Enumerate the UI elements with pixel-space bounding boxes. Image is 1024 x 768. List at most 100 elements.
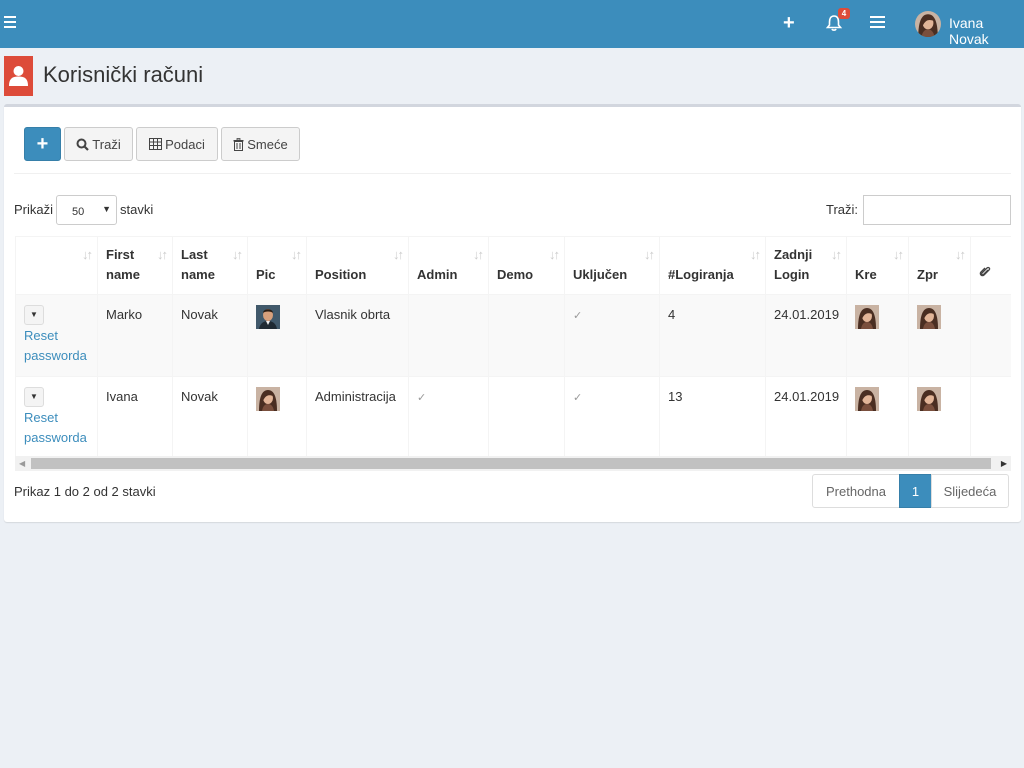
length-suffix: stavki — [120, 202, 154, 217]
table-header-row: ↓↑ First name ↓↑ Last name ↓↑ Pic ↓↑ Positi… — [15, 236, 1011, 295]
trash-icon — [233, 137, 244, 151]
dropdown-arrow-icon: ▼ — [102, 204, 111, 214]
scroll-left-icon[interactable]: ◀ — [19, 459, 25, 468]
last-login-cell: 24.01.2019 — [765, 294, 847, 377]
first-name-cell: Ivana — [97, 376, 173, 456]
row-actions-cell: ▼ Reset passworda — [15, 376, 98, 456]
sort-icon: ↓↑ — [232, 247, 243, 262]
pic-cell — [247, 376, 307, 456]
scrollbar-thumb[interactable] — [31, 458, 991, 469]
last-name-cell: Novak — [172, 376, 248, 456]
last-name-cell: Novak — [172, 294, 248, 377]
reset-password-link[interactable]: Reset passworda — [24, 410, 87, 445]
table-icon — [149, 138, 163, 150]
previous-page-button[interactable]: Prethodna — [812, 474, 900, 508]
data-button[interactable]: Podaci — [136, 127, 218, 161]
sort-icon: ↓↑ — [393, 247, 404, 262]
page-button-1[interactable]: 1 — [899, 474, 932, 508]
next-page-button[interactable]: Slijedeća — [931, 474, 1009, 508]
search-input[interactable] — [863, 195, 1011, 225]
modifier-avatar — [917, 387, 941, 411]
pagination: Prethodna 1 Slijedeća — [812, 474, 1009, 508]
filter-label: Traži: — [826, 202, 859, 217]
row-actions-cell: ▼ Reset passworda — [15, 294, 98, 377]
ukljucen-cell: ✓ — [564, 376, 660, 456]
sort-icon: ↓↑ — [644, 247, 655, 262]
column-header-last-login[interactable]: Zadnji Login ↓↑ — [765, 236, 847, 295]
column-header-ukljucen[interactable]: Uključen ↓↑ — [564, 236, 660, 295]
sort-icon: ↓↑ — [473, 247, 484, 262]
length-prefix: Prikaži — [14, 202, 54, 217]
column-header-admin[interactable]: Admin ↓↑ — [408, 236, 489, 295]
zpr-cell — [908, 294, 971, 377]
first-name-cell: Marko — [97, 294, 173, 377]
top-navbar: + 4 Ivana Novak — [0, 0, 1024, 48]
column-header-first-name[interactable]: First name ↓↑ — [97, 236, 173, 295]
table-row: ▼ Reset passworda Ivana Novak Administra… — [15, 376, 1011, 456]
scroll-right-icon[interactable]: ▶ — [1001, 459, 1007, 468]
sort-icon: ↓↑ — [157, 247, 168, 262]
page-title: Korisnički računi — [43, 62, 204, 87]
sort-icon: ↓↑ — [955, 247, 966, 262]
column-header-pic[interactable]: Pic ↓↑ — [247, 236, 307, 295]
demo-cell — [488, 294, 565, 377]
column-header-kre[interactable]: Kre ↓↑ — [846, 236, 909, 295]
kre-cell — [846, 376, 909, 456]
search-button-label: Traži — [92, 136, 121, 152]
column-header-position[interactable]: Position ↓↑ — [306, 236, 409, 295]
kre-cell — [846, 294, 909, 377]
logins-cell: 4 — [659, 294, 766, 377]
paperclip-icon — [979, 266, 991, 277]
reset-password-link[interactable]: Reset passworda — [24, 328, 87, 363]
zpr-cell — [908, 376, 971, 456]
check-icon: ✓ — [573, 310, 583, 322]
logins-cell: 13 — [659, 376, 766, 456]
position-cell: Administracija — [306, 376, 409, 456]
sort-icon: ↓↑ — [549, 247, 560, 262]
user-avatar[interactable] — [915, 11, 941, 37]
data-button-label: Podaci — [165, 136, 205, 152]
notifications-badge: 4 — [838, 8, 850, 19]
male-avatar — [256, 305, 280, 329]
creator-avatar — [855, 387, 879, 411]
sort-icon: ↓↑ — [831, 247, 842, 262]
table-row: ▼ Reset passworda Marko Novak Vlasnik ob… — [15, 294, 1011, 377]
user-icon — [4, 56, 33, 96]
demo-cell — [488, 376, 565, 456]
add-new-button[interactable]: + — [783, 13, 795, 33]
attachments-cell — [970, 294, 1011, 377]
attachments-cell — [970, 376, 1011, 456]
pic-cell — [247, 294, 307, 377]
column-header-last-name[interactable]: Last name ↓↑ — [172, 236, 248, 295]
check-icon: ✓ — [417, 392, 427, 404]
menu-toggle-icon[interactable] — [4, 16, 16, 28]
page-length-select[interactable]: 50 ▼ — [56, 195, 117, 225]
users-table: ↓↑ First name ↓↑ Last name ↓↑ Pic ↓↑ Positi… — [15, 236, 1011, 456]
users-table-container: ↓↑ First name ↓↑ Last name ↓↑ Pic ↓↑ Positi… — [15, 236, 1011, 456]
page-length-value: 50 — [72, 206, 85, 218]
admin-cell: ✓ — [408, 376, 489, 456]
horizontal-scrollbar[interactable]: ◀ ▶ — [15, 456, 1011, 471]
sort-icon: ↓↑ — [291, 247, 302, 262]
add-user-button[interactable]: + — [24, 127, 61, 161]
row-dropdown-button[interactable]: ▼ — [24, 305, 44, 325]
position-cell: Vlasnik obrta — [306, 294, 409, 377]
female-avatar — [256, 387, 280, 411]
row-dropdown-button[interactable]: ▼ — [24, 387, 44, 407]
trash-button[interactable]: Smeće — [221, 127, 300, 161]
column-header-demo[interactable]: Demo ↓↑ — [488, 236, 565, 295]
admin-cell — [408, 294, 489, 377]
table-info: Prikaz 1 do 2 od 2 stavki — [14, 484, 156, 499]
column-header-logins[interactable]: #Logiranja ↓↑ — [659, 236, 766, 295]
ukljucen-cell: ✓ — [564, 294, 660, 377]
column-header-zpr[interactable]: Zpr ↓↑ — [908, 236, 971, 295]
search-button[interactable]: Traži — [64, 127, 133, 161]
column-header[interactable]: ↓↑ — [15, 236, 98, 295]
list-icon[interactable] — [870, 16, 885, 29]
sort-icon: ↓↑ — [893, 247, 904, 262]
column-header-attachments[interactable]: ↓↑ — [970, 236, 1011, 295]
search-icon — [76, 138, 90, 151]
user-name[interactable]: Ivana Novak — [949, 15, 1024, 47]
trash-button-label: Smeće — [247, 136, 288, 152]
sort-icon: ↓↑ — [82, 247, 93, 262]
